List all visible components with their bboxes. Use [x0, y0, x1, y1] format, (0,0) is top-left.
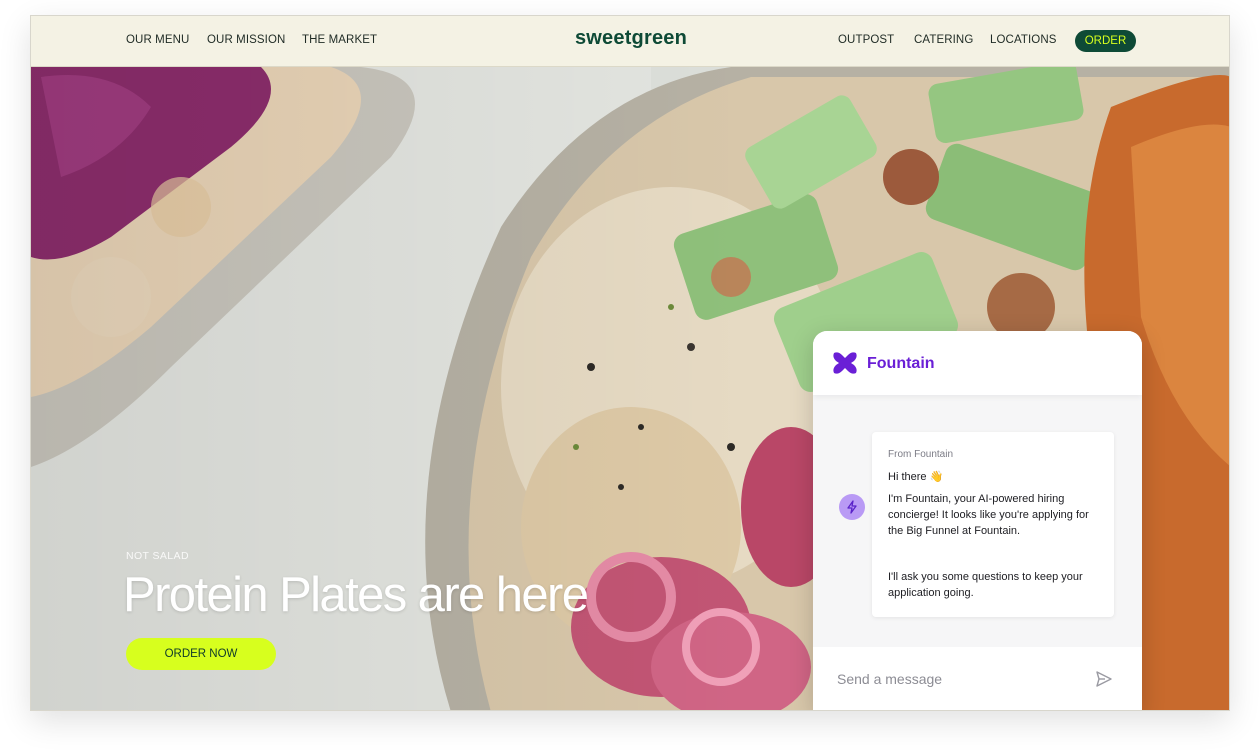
- chat-header: Fountain: [813, 331, 1142, 395]
- order-now-button[interactable]: ORDER NOW: [126, 638, 276, 670]
- nav-our-mission[interactable]: OUR MISSION: [207, 34, 285, 46]
- message-input[interactable]: [837, 668, 1077, 690]
- nav-the-market[interactable]: THE MARKET: [302, 34, 377, 46]
- message-greeting: Hi there 👋: [888, 471, 944, 483]
- top-nav: OUR MENU OUR MISSION THE MARKET sweetgre…: [31, 16, 1229, 67]
- lightning-bolt-icon: [847, 500, 857, 514]
- fountain-logo-icon: [833, 352, 857, 374]
- chat-message-bubble: From Fountain Hi there 👋 I'm Fountain, y…: [872, 432, 1114, 617]
- nav-our-menu[interactable]: OUR MENU: [126, 34, 189, 46]
- chat-input-bar: [813, 647, 1142, 710]
- fountain-chat-widget: Fountain From Fountain Hi there 👋 I'm Fo…: [813, 331, 1142, 710]
- hero-eyebrow: NOT SALAD: [126, 550, 189, 562]
- bot-avatar: [839, 494, 865, 520]
- message-body: I'm Fountain, your AI-powered hiring con…: [888, 493, 1089, 537]
- nav-catering[interactable]: CATERING: [914, 34, 973, 46]
- nav-locations[interactable]: LOCATIONS: [990, 34, 1057, 46]
- send-arrow-icon[interactable]: [1094, 669, 1114, 689]
- message-sender: From Fountain: [888, 449, 954, 460]
- sweetgreen-logo[interactable]: sweetgreen: [575, 27, 687, 49]
- order-button[interactable]: ORDER: [1075, 30, 1136, 52]
- browser-window: OUR MENU OUR MISSION THE MARKET sweetgre…: [30, 15, 1230, 711]
- hero-headline: Protein Plates are here: [123, 568, 589, 622]
- nav-outpost[interactable]: OUTPOST: [838, 34, 894, 46]
- chat-brand-name: Fountain: [867, 355, 935, 372]
- message-body-followup: I'll ask you some questions to keep your…: [888, 571, 1083, 599]
